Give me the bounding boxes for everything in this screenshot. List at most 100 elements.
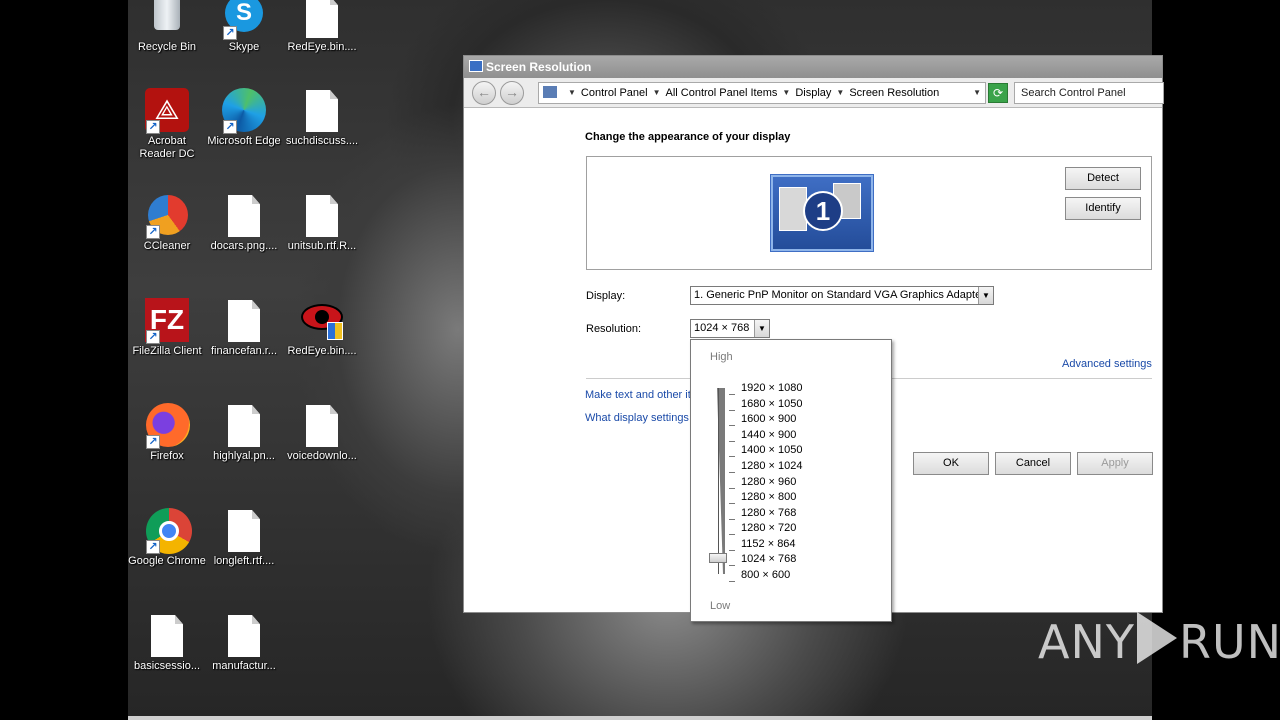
desktop-icon-label: Acrobat Reader DC xyxy=(139,135,195,160)
skype-icon: S ↗ xyxy=(221,0,267,40)
resolution-option[interactable]: 1440 × 900 xyxy=(741,429,796,441)
monitor-number: 1 xyxy=(803,191,843,231)
resolution-option[interactable]: 1680 × 1050 xyxy=(741,398,802,410)
desktop-icon-file[interactable]: financefan.r... xyxy=(205,298,283,358)
file-icon xyxy=(299,193,345,239)
desktop-icon-label: unitsub.rtf.R... xyxy=(287,240,357,252)
desktop-icon-label: Skype xyxy=(228,41,260,53)
shortcut-arrow-icon: ↗ xyxy=(146,120,160,134)
detect-button[interactable]: Detect xyxy=(1065,167,1141,190)
edge-icon: ↗ xyxy=(221,88,267,134)
address-bar[interactable]: ▼ Control Panel ▼ All Control Panel Items ▼ D… xyxy=(538,82,986,104)
resolution-option[interactable]: 1280 × 960 xyxy=(741,476,796,488)
ccleaner-icon: ↗ xyxy=(144,193,190,239)
acrobat-icon: ⟁ ↗ xyxy=(144,88,190,134)
resolution-option[interactable]: 1280 × 720 xyxy=(741,522,796,534)
slider-tick xyxy=(729,550,735,551)
desktop-icon-label: CCleaner xyxy=(143,240,191,252)
filezilla-icon: FZ ↗ xyxy=(144,298,190,344)
shortcut-arrow-icon: ↗ xyxy=(146,330,160,344)
desktop-icon-file[interactable]: basicsessio... xyxy=(128,613,206,673)
page-heading: Change the appearance of your display xyxy=(585,131,791,143)
desktop-icon-ccleaner[interactable]: ↗ CCleaner xyxy=(128,193,206,253)
shortcut-arrow-icon: ↗ xyxy=(146,225,160,239)
desktop-icon-skype[interactable]: S ↗ Skype xyxy=(205,0,283,54)
search-input[interactable]: Search Control Panel xyxy=(1014,82,1164,104)
back-button[interactable]: ← xyxy=(472,81,496,105)
resolution-option[interactable]: 1280 × 768 xyxy=(741,507,796,519)
redeye-icon xyxy=(299,298,345,344)
high-label: High xyxy=(710,351,733,363)
shortcut-arrow-icon: ↗ xyxy=(146,435,160,449)
slider-tick xyxy=(729,488,735,489)
chrome-icon: ↗ xyxy=(144,508,192,554)
shortcut-arrow-icon: ↗ xyxy=(223,120,237,134)
refresh-icon[interactable]: ⟳ xyxy=(988,83,1008,103)
desktop-icon-chrome[interactable]: ↗ Google Chrome xyxy=(128,508,206,568)
desktop-icon-label: voicedownlo... xyxy=(287,450,357,462)
slider-tick xyxy=(729,410,735,411)
chevron-down-icon[interactable]: ▼ xyxy=(973,83,981,103)
slider-tick xyxy=(729,441,735,442)
desktop-icon-file[interactable]: docars.png.... xyxy=(205,193,283,253)
resolution-option[interactable]: 1600 × 900 xyxy=(741,413,796,425)
desktop-icon-label: RedEye.bin.... xyxy=(287,41,357,53)
desktop-icon-file[interactable]: suchdiscuss.... xyxy=(283,88,361,148)
chevron-right-icon: ▼ xyxy=(652,88,661,97)
advanced-settings-link[interactable]: Advanced settings xyxy=(1062,358,1152,370)
firefox-icon: ↗ xyxy=(144,403,190,449)
desktop-icon-edge[interactable]: ↗ Microsoft Edge xyxy=(205,88,283,148)
desktop-icon-filezilla[interactable]: FZ ↗ FileZilla Client xyxy=(128,298,206,358)
desktop-icon-acrobat[interactable]: ⟁ ↗ Acrobat Reader DC xyxy=(128,88,206,161)
resolution-option[interactable]: 800 × 600 xyxy=(741,569,790,581)
resolution-option[interactable]: 1152 × 864 xyxy=(741,538,796,550)
desktop-icon-file[interactable]: manufactur... xyxy=(205,613,283,673)
text-size-link[interactable]: Make text and other it xyxy=(585,389,691,401)
desktop-icon-file[interactable]: highlyal.pn... xyxy=(205,403,283,463)
identify-button[interactable]: Identify xyxy=(1065,197,1141,220)
slider-tick xyxy=(729,425,735,426)
breadcrumb-item[interactable]: Control Panel xyxy=(581,87,648,99)
chevron-right-icon: ▼ xyxy=(782,88,791,97)
desktop-icon-firefox[interactable]: ↗ Firefox xyxy=(128,403,206,463)
desktop-icon-file[interactable]: longleft.rtf.... xyxy=(205,508,283,568)
cancel-button[interactable]: Cancel xyxy=(995,452,1071,475)
desktop-icon-label: Recycle Bin xyxy=(137,41,197,53)
display-select[interactable]: 1. Generic PnP Monitor on Standard VGA G… xyxy=(690,286,994,305)
forward-button[interactable]: → xyxy=(500,81,524,105)
resolution-option-selected[interactable]: 1024 × 768 xyxy=(741,553,796,565)
monitor-1-icon[interactable]: 1 xyxy=(770,174,874,252)
desktop-icon-redeye[interactable]: RedEye.bin.... xyxy=(283,298,361,358)
resolution-dropdown: High 1920 × 1080 1680 × 1050 1600 × 900 … xyxy=(690,339,892,622)
desktop-icon-label: manufactur... xyxy=(212,660,276,672)
desktop-icon-file[interactable]: voicedownlo... xyxy=(283,403,361,463)
desktop-icon-label: longleft.rtf.... xyxy=(213,555,275,567)
anyrun-watermark: ANY RUN xyxy=(1038,612,1280,669)
watermark-text-left: ANY xyxy=(1038,615,1135,669)
ok-button[interactable]: OK xyxy=(913,452,989,475)
apply-button[interactable]: Apply xyxy=(1077,452,1153,475)
display-select-value: 1. Generic PnP Monitor on Standard VGA G… xyxy=(694,289,985,301)
display-settings-help-link[interactable]: What display settings xyxy=(585,412,689,424)
chevron-down-icon[interactable]: ▼ xyxy=(754,320,769,337)
desktop-icon-recycle-bin[interactable]: Recycle Bin xyxy=(128,0,206,54)
slider-tick xyxy=(729,394,735,395)
watermark-text-right: RUN xyxy=(1178,615,1280,669)
resolution-select-value: 1024 × 768 xyxy=(694,322,750,334)
resolution-option[interactable]: 1280 × 1024 xyxy=(741,460,802,472)
resolution-select[interactable]: 1024 × 768 ▼ xyxy=(690,319,770,338)
desktop-icon-file[interactable]: unitsub.rtf.R... xyxy=(283,193,361,253)
file-icon xyxy=(299,0,345,40)
resolution-option[interactable]: 1280 × 800 xyxy=(741,491,796,503)
breadcrumb-item[interactable]: Display xyxy=(795,87,831,99)
breadcrumb-item[interactable]: Screen Resolution xyxy=(849,87,939,99)
low-label: Low xyxy=(710,600,731,612)
desktop-icon-file[interactable]: RedEye.bin.... xyxy=(283,0,361,54)
file-icon xyxy=(221,613,267,659)
resolution-option[interactable]: 1920 × 1080 xyxy=(741,382,802,394)
chevron-down-icon[interactable]: ▼ xyxy=(978,287,993,304)
resolution-slider-thumb[interactable] xyxy=(709,553,727,563)
window-titlebar[interactable]: Screen Resolution xyxy=(464,56,1162,78)
breadcrumb-item[interactable]: All Control Panel Items xyxy=(666,87,778,99)
resolution-option[interactable]: 1400 × 1050 xyxy=(741,444,802,456)
